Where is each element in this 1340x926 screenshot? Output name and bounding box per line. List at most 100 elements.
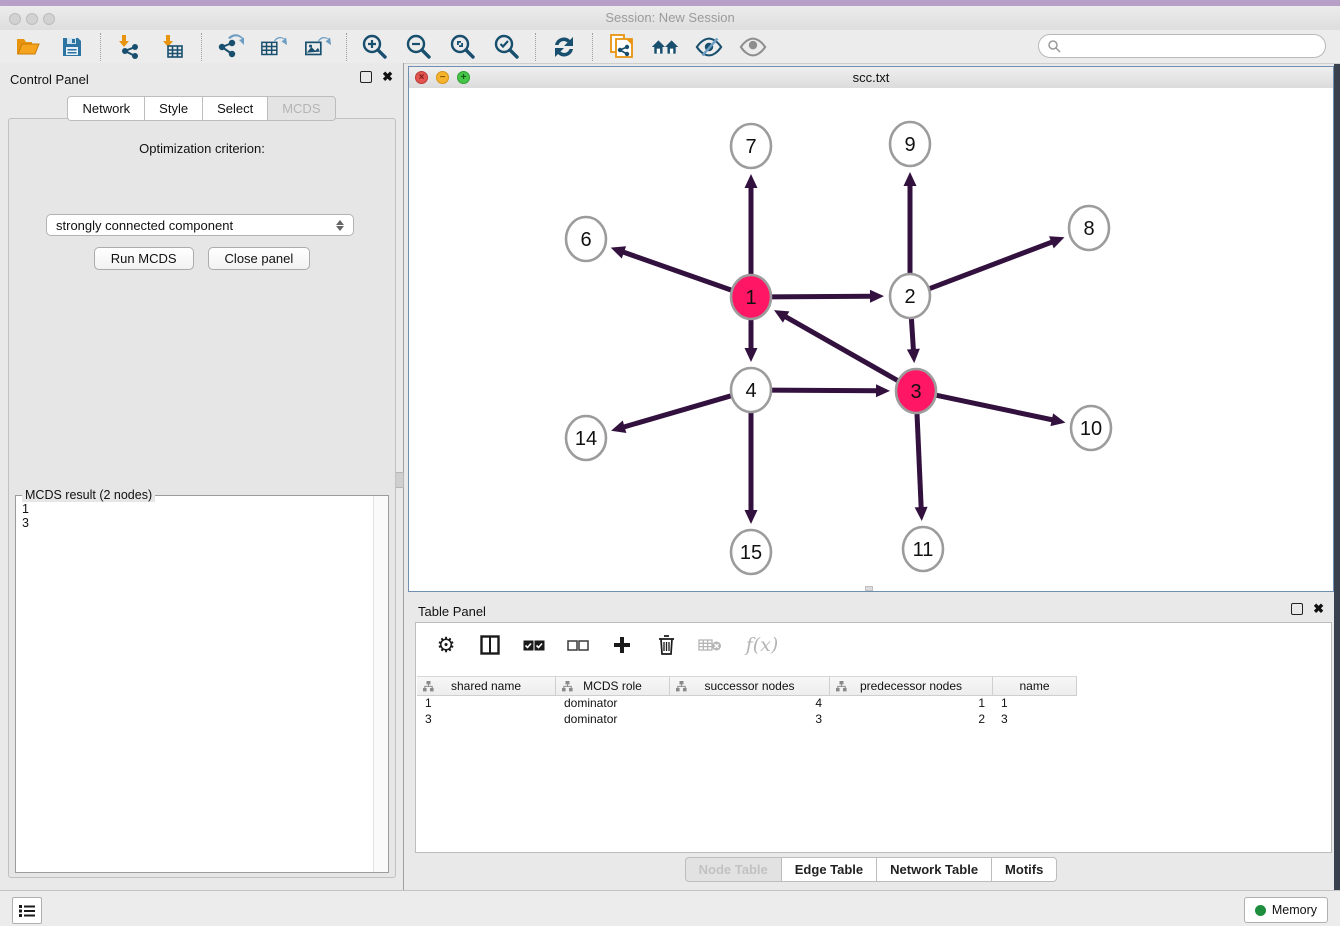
edge-1-6[interactable] [611,246,734,291]
list-icon [19,904,35,918]
edge-4-14[interactable] [611,395,733,433]
cell-predecessor-nodes[interactable]: 2 [830,712,993,728]
edge-3-11[interactable] [915,411,928,521]
open-session-icon[interactable] [14,34,42,60]
column-header-MCDS-role[interactable]: MCDS role [556,676,670,696]
graph-node-11[interactable]: 11 [903,527,943,571]
select-all-icon[interactable] [522,633,546,657]
table-panel: Table Panel ✖ ⚙ [408,595,1334,890]
cell-shared-name[interactable]: 1 [417,696,556,712]
edge-2-8[interactable] [927,236,1064,289]
edge-3-10[interactable] [934,395,1066,426]
show-column-icon[interactable] [478,633,502,657]
duplicate-network-icon[interactable] [607,34,635,60]
column-header-label: MCDS role [583,679,642,693]
tab-node-table[interactable]: Node Table [685,857,781,882]
table-panel-close-icon[interactable]: ✖ [1313,604,1324,614]
edge-1-4[interactable] [745,317,758,362]
edge-2-9[interactable] [904,172,917,276]
edge-1-2[interactable] [769,290,884,303]
export-image-icon[interactable] [304,34,332,60]
memory-button[interactable]: Memory [1244,897,1328,923]
tab-network[interactable]: Network [67,96,144,121]
export-table-icon[interactable] [260,34,288,60]
graph-node-6[interactable]: 6 [566,217,606,261]
refresh-icon[interactable] [550,34,578,60]
tab-edge-table[interactable]: Edge Table [781,857,876,882]
cell-successor-nodes[interactable]: 3 [670,712,830,728]
export-network-icon[interactable] [216,34,244,60]
zoom-selected-icon[interactable] [493,34,521,60]
graph-node-10[interactable]: 10 [1071,406,1111,450]
graph-node-9[interactable]: 9 [890,122,930,166]
network-resize-handle[interactable] [865,586,873,591]
tab-select[interactable]: Select [202,96,267,121]
control-panel-float-icon[interactable] [360,71,372,83]
graph-node-1[interactable]: 1 [731,275,771,319]
close-panel-button[interactable]: Close panel [208,247,311,270]
table-panel-float-icon[interactable] [1291,603,1303,615]
table-row[interactable]: 3dominator323 [417,712,1077,728]
cell-shared-name[interactable]: 3 [417,712,556,728]
tab-network-table[interactable]: Network Table [876,857,991,882]
column-header-shared-name[interactable]: shared name [417,676,556,696]
optimization-criterion-select[interactable]: strongly connected component [46,214,354,236]
desktop-wallpaper-edge [1334,63,1340,926]
panel-splitter-handle[interactable] [395,472,404,488]
zoom-fit-icon[interactable] [449,34,477,60]
import-table-icon[interactable] [159,34,187,60]
graph-node-4[interactable]: 4 [731,368,771,412]
node-table: ⚙ f(x) [415,622,1332,853]
app-window: Session: New Session [0,0,1340,926]
import-network-icon[interactable] [115,34,143,60]
deselect-all-icon[interactable] [566,633,590,657]
graph-node-15[interactable]: 15 [731,530,771,574]
mcds-result-text[interactable]: 1 3 [16,498,374,872]
edge-4-3[interactable] [769,384,890,397]
result-scrollbar[interactable] [373,496,388,872]
column-header-name[interactable]: name [993,676,1077,696]
function-builder-icon: f(x) [742,633,782,657]
home-icon[interactable] [651,34,679,60]
graph-node-3[interactable]: 3 [896,369,936,413]
table-row[interactable]: 1dominator411 [417,696,1077,712]
network-window-title: scc.txt [409,70,1333,85]
task-history-button[interactable] [12,897,42,924]
edge-2-3[interactable] [907,316,920,363]
hide-panel-eye-icon[interactable] [695,34,723,60]
save-session-icon[interactable] [58,34,86,60]
control-panel-close-icon[interactable]: ✖ [382,72,393,82]
graph-node-7[interactable]: 7 [731,124,771,168]
cell-predecessor-nodes[interactable]: 1 [830,696,993,712]
table-body: 1dominator4113dominator323 [417,696,1077,728]
edge-4-15[interactable] [745,410,758,524]
zoom-in-icon[interactable] [361,34,389,60]
network-canvas[interactable]: 7 9 6 8 1 2 4 3 14 10 15 11 [409,88,1333,591]
column-header-successor-nodes[interactable]: successor nodes [670,676,830,696]
table-settings-gear-icon[interactable]: ⚙ [434,633,458,657]
column-header-predecessor-nodes[interactable]: predecessor nodes [830,676,993,696]
tab-motifs[interactable]: Motifs [991,857,1057,882]
eye-icon[interactable] [739,34,767,60]
memory-status-icon [1255,905,1266,916]
edge-3-1[interactable] [774,310,900,382]
graph-node-2[interactable]: 2 [890,274,930,318]
sort-hierarchy-icon [562,681,573,692]
edge-1-7[interactable] [745,174,758,277]
run-mcds-button[interactable]: Run MCDS [94,247,194,270]
search-input[interactable] [1038,34,1326,58]
cell-successor-nodes[interactable]: 4 [670,696,830,712]
cell-MCDS-role[interactable]: dominator [556,712,670,728]
zoom-out-icon[interactable] [405,34,433,60]
delete-icon[interactable] [654,633,678,657]
tab-mcds[interactable]: MCDS [267,96,335,121]
cell-MCDS-role[interactable]: dominator [556,696,670,712]
graph-node-14[interactable]: 14 [566,416,606,460]
cell-name[interactable]: 1 [993,696,1077,712]
add-row-icon[interactable] [610,633,634,657]
graph-node-8[interactable]: 8 [1069,206,1109,250]
tab-style[interactable]: Style [144,96,202,121]
main-toolbar [0,30,1340,64]
cell-name[interactable]: 3 [993,712,1077,728]
network-window-titlebar[interactable]: × − + scc.txt [409,67,1333,89]
